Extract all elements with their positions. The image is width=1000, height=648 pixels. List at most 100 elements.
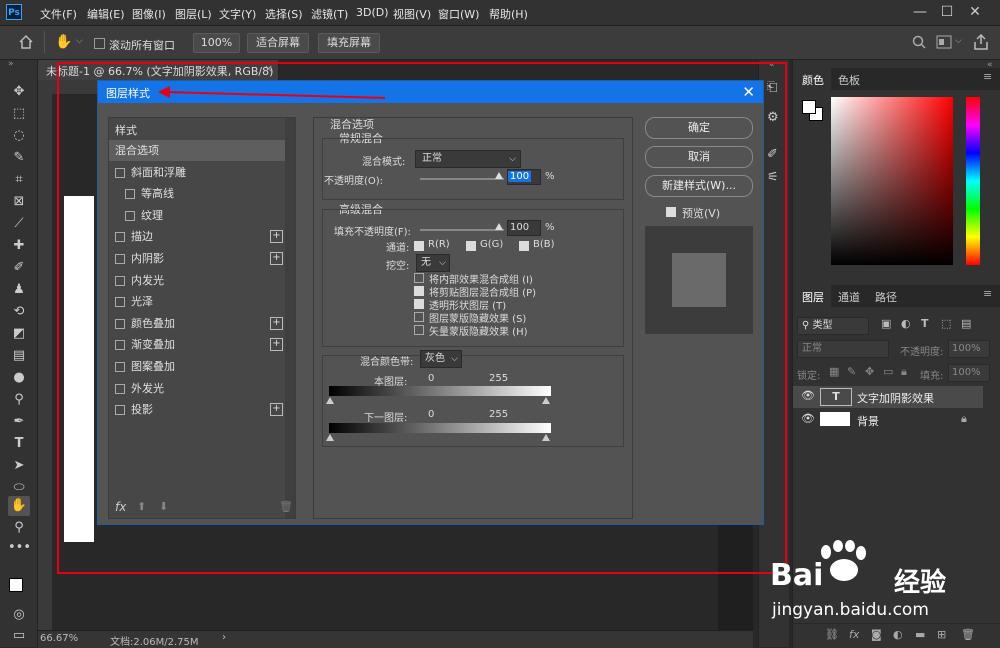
search-icon[interactable] — [912, 35, 926, 49]
blend-mode-dropdown[interactable]: 正常 ⌵ — [415, 150, 521, 168]
marquee-tool-icon[interactable]: ⬚ — [8, 104, 30, 124]
blend-if-dropdown[interactable]: 灰色 ⌵ — [420, 350, 462, 368]
styles-header[interactable]: 样式 — [115, 122, 137, 138]
move-down-icon[interactable]: ⬇ — [159, 500, 168, 513]
close-window-button[interactable]: ✕ — [965, 2, 985, 22]
style-item[interactable]: 渐变叠加 + — [109, 334, 285, 355]
foreground-color-swatch[interactable] — [9, 578, 23, 592]
lock-position-icon[interactable]: ✥ — [865, 365, 874, 378]
eyedropper-tool-icon[interactable]: ⟋ — [8, 214, 30, 234]
opacity-slider[interactable] — [420, 178, 504, 180]
opacity-slider-thumb[interactable] — [495, 172, 503, 179]
menu-help[interactable]: 帮助(H) — [489, 6, 528, 22]
blend-interior-checkbox[interactable] — [414, 273, 424, 283]
blur-tool-icon[interactable]: ● — [8, 368, 30, 388]
menu-edit[interactable]: 编辑(E) — [87, 6, 125, 22]
style-item[interactable]: 斜面和浮雕 — [109, 162, 285, 183]
menu-type[interactable]: 文字(Y) — [219, 6, 256, 22]
panel-menu-icon[interactable]: ≡ — [983, 287, 992, 300]
lasso-tool-icon[interactable]: ◌ — [8, 126, 30, 146]
chevron-down-icon[interactable]: ⌵ — [76, 36, 83, 46]
cancel-button[interactable]: 取消 — [645, 146, 753, 168]
quick-select-tool-icon[interactable]: ✎ — [8, 148, 30, 168]
style-item-checkbox[interactable] — [115, 318, 125, 329]
add-effect-icon[interactable]: + — [270, 230, 283, 244]
filter-type-icon[interactable]: T — [921, 317, 929, 330]
this-layer-white-slider[interactable] — [542, 397, 550, 404]
filter-adjust-icon[interactable]: ◐ — [901, 317, 911, 330]
style-item[interactable]: 描边 + — [109, 226, 285, 247]
collapse-icon[interactable]: « — [769, 60, 775, 70]
add-effect-icon[interactable]: + — [270, 316, 283, 330]
style-item[interactable]: 光泽 — [109, 291, 285, 312]
lock-pixels-icon[interactable]: ✎ — [847, 365, 856, 378]
menu-filter[interactable]: 滤镜(T) — [311, 6, 348, 22]
move-up-icon[interactable]: ⬆ — [137, 500, 146, 513]
layer-opacity-field[interactable]: 100% — [948, 340, 990, 358]
minimize-button[interactable]: — — [910, 2, 930, 22]
style-item-checkbox[interactable] — [115, 383, 125, 394]
history-brush-icon[interactable]: ⟲ — [8, 302, 30, 322]
style-item[interactable]: 纹理 — [109, 205, 285, 226]
scrollbar[interactable] — [285, 118, 295, 518]
style-item-checkbox[interactable] — [115, 275, 125, 286]
filter-smart-icon[interactable]: ▤ — [961, 317, 971, 330]
add-effect-icon[interactable]: + — [270, 252, 283, 265]
tab-channels[interactable]: 通道 — [838, 289, 860, 305]
style-item[interactable]: 等高线 — [109, 183, 285, 204]
style-item[interactable]: 投影 + — [109, 399, 285, 420]
hand-tool-icon[interactable]: ✋ — [55, 34, 72, 50]
more-tools-icon[interactable]: ••• — [8, 538, 31, 558]
dodge-tool-icon[interactable]: ⚲ — [8, 390, 30, 410]
layer-blend-mode-dropdown[interactable]: 正常 — [797, 340, 889, 358]
frame-tool-icon[interactable]: ⊠ — [8, 192, 30, 212]
style-item[interactable]: 内发光 — [109, 270, 285, 291]
channel-b-checkbox[interactable] — [519, 241, 529, 251]
filter-image-icon[interactable]: ▣ — [881, 317, 891, 330]
visibility-eye-icon[interactable]: 👁︎ — [801, 389, 815, 402]
style-item-checkbox[interactable] — [115, 297, 125, 308]
layer-name[interactable]: 背景 — [857, 413, 879, 429]
opacity-field[interactable]: 100 — [507, 169, 541, 185]
layer-fill-field[interactable]: 100% — [948, 364, 990, 382]
color-field[interactable] — [831, 97, 953, 265]
lock-all-icon[interactable]: 🔒︎ — [901, 365, 907, 379]
underlying-white-slider[interactable] — [542, 434, 550, 441]
preview-checkbox[interactable] — [666, 207, 676, 217]
blend-clipped-checkbox[interactable] — [414, 286, 424, 296]
fit-screen-button[interactable]: 适合屏幕 — [247, 33, 309, 53]
move-tool-icon[interactable]: ✥ — [8, 82, 30, 102]
delete-icon[interactable]: 🗑︎ — [279, 500, 293, 513]
document-tab[interactable]: 未标题-1 @ 66.7% (文字加阴影效果, RGB/8) * × — [38, 60, 279, 92]
properties-panel-icon[interactable]: ⚙ — [767, 110, 779, 125]
vector-mask-hides-checkbox[interactable] — [414, 325, 424, 335]
type-tool-icon[interactable]: T — [8, 434, 30, 454]
layer-mask-hides-checkbox[interactable] — [414, 312, 424, 322]
style-item-checkbox[interactable] — [125, 189, 135, 200]
menu-view[interactable]: 视图(V) — [393, 6, 431, 22]
fill-opacity-slider-thumb[interactable] — [495, 223, 503, 230]
gradient-tool-icon[interactable]: ▤ — [8, 346, 30, 366]
fill-opacity-field[interactable]: 100 — [507, 220, 541, 236]
menu-3d[interactable]: 3D(D) — [356, 6, 389, 19]
history-panel-icon[interactable]: ⎗ — [767, 80, 777, 95]
layer-filter-dropdown[interactable]: ⚲ 类型 — [797, 317, 869, 335]
channel-g-checkbox[interactable] — [466, 241, 476, 251]
zoom-status[interactable]: 66.67% — [40, 633, 78, 644]
eraser-tool-icon[interactable]: ◩ — [8, 324, 30, 344]
style-item-checkbox[interactable] — [115, 167, 125, 178]
stamp-tool-icon[interactable]: ♟ — [8, 280, 30, 300]
ok-button[interactable]: 确定 — [645, 117, 753, 139]
menu-select[interactable]: 选择(S) — [265, 6, 303, 22]
layer-row[interactable]: 👁︎ 背景 🔒︎ — [793, 409, 983, 431]
brush-panel-icon[interactable]: ✐ — [767, 147, 778, 162]
style-item-checkbox[interactable] — [115, 405, 125, 416]
healing-tool-icon[interactable]: ✚ — [8, 236, 30, 256]
zoom-tool-icon[interactable]: ⚲ — [8, 518, 30, 538]
hue-slider[interactable] — [966, 97, 980, 265]
channel-r-checkbox[interactable] — [414, 241, 424, 251]
crop-tool-icon[interactable]: ⌗ — [8, 170, 30, 190]
scroll-all-checkbox[interactable] — [94, 38, 105, 49]
lock-artboard-icon[interactable]: ▭ — [883, 365, 893, 378]
layer-row[interactable]: 👁︎ T 文字加阴影效果 — [793, 386, 983, 408]
